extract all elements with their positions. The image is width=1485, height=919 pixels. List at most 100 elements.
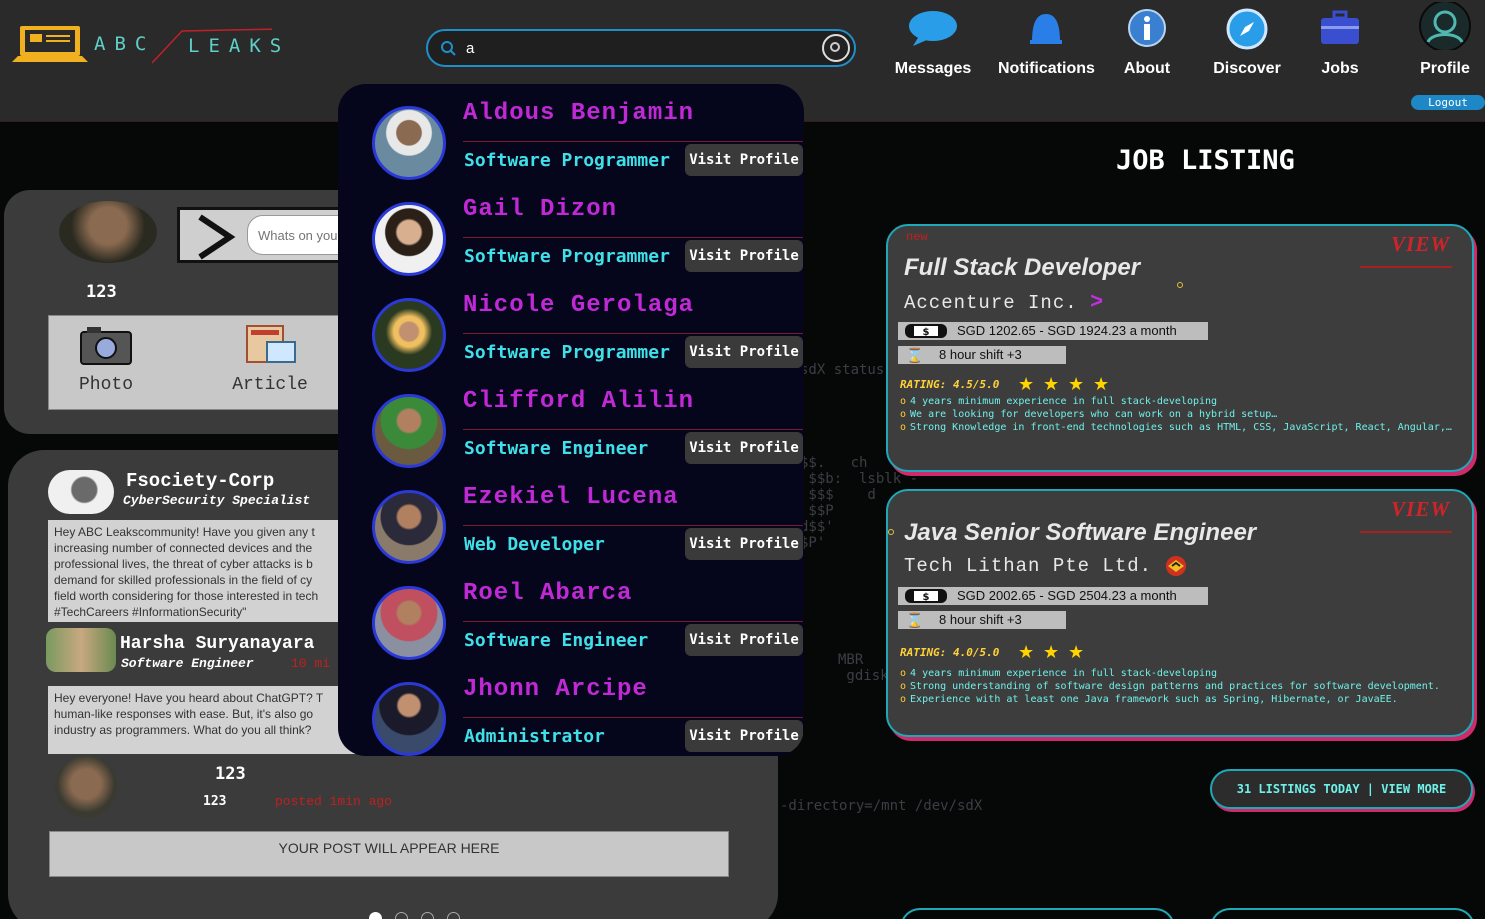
search-bar[interactable] bbox=[426, 29, 856, 67]
visit-profile-button[interactable]: Visit Profile bbox=[685, 144, 803, 176]
visit-profile-button[interactable]: Visit Profile bbox=[685, 432, 803, 464]
logout-button[interactable]: Logout bbox=[1411, 95, 1485, 110]
job-bullet-text: Strong understanding of software design … bbox=[910, 681, 1440, 692]
result-avatar[interactable] bbox=[372, 298, 446, 372]
carousel-dot[interactable] bbox=[395, 912, 408, 919]
footer-avatar[interactable] bbox=[55, 756, 117, 818]
user-avatar-icon bbox=[1419, 2, 1471, 50]
search-result-item[interactable]: Jhonn Arcipe Administrator Visit Profile bbox=[338, 660, 804, 756]
view-job-button[interactable]: VIEW bbox=[1391, 497, 1450, 522]
photo-button[interactable]: Photo bbox=[61, 324, 151, 404]
background-decoration: sdX status bbox=[800, 362, 885, 378]
result-name[interactable]: Nicole Gerolaga bbox=[463, 292, 694, 319]
search-result-item[interactable]: Clifford Alilin Software Engineer Visit … bbox=[338, 372, 804, 468]
result-avatar[interactable] bbox=[372, 490, 446, 564]
job-bullet-text: We are looking for developers who can wo… bbox=[910, 409, 1278, 420]
result-divider bbox=[463, 621, 803, 622]
nav-messages[interactable]: Messages bbox=[893, 0, 973, 90]
info-icon bbox=[1128, 9, 1166, 47]
search-submit-button[interactable] bbox=[822, 34, 850, 62]
result-name[interactable]: Gail Dizon bbox=[463, 196, 617, 223]
svg-text:$: $ bbox=[923, 592, 930, 603]
result-name[interactable]: Roel Abarca bbox=[463, 580, 632, 607]
result-name[interactable]: Aldous Benjamin bbox=[463, 100, 694, 127]
post-placeholder: YOUR POST WILL APPEAR HERE bbox=[49, 831, 729, 877]
result-avatar[interactable] bbox=[372, 394, 446, 468]
nav-discover[interactable]: Discover bbox=[1208, 0, 1286, 90]
post1-avatar[interactable] bbox=[48, 470, 114, 514]
visit-profile-button[interactable]: Visit Profile bbox=[685, 528, 803, 560]
result-name[interactable]: Ezekiel Lucena bbox=[463, 484, 679, 511]
shift-pill: ⌛ 8 hour shift +3 bbox=[898, 611, 1066, 629]
visit-profile-button[interactable]: Visit Profile bbox=[685, 240, 803, 272]
logo-accent-line bbox=[152, 28, 272, 64]
briefcase-icon bbox=[1321, 10, 1359, 44]
star-icon: ★ bbox=[1068, 374, 1085, 394]
carousel-dot[interactable] bbox=[447, 912, 460, 919]
job-bullet-text: Experience with at least one Java framew… bbox=[910, 694, 1398, 705]
view-underline bbox=[1360, 266, 1452, 268]
carousel-dots bbox=[366, 912, 466, 919]
article-button[interactable]: Article bbox=[225, 324, 315, 404]
app-logo[interactable]: ABC LEAKS bbox=[12, 22, 292, 66]
chevron-right-icon: > bbox=[1090, 290, 1105, 315]
search-result-item[interactable]: Aldous Benjamin Software Programmer Visi… bbox=[338, 84, 804, 180]
job-bullet-text: 4 years minimum experience in full stack… bbox=[910, 668, 1218, 679]
post2-author[interactable]: Harsha Suryanayara bbox=[120, 634, 314, 654]
user-avatar[interactable] bbox=[59, 201, 157, 263]
result-avatar[interactable] bbox=[372, 586, 446, 660]
job-title[interactable]: Full Stack Developer bbox=[904, 254, 1140, 282]
result-name[interactable]: Jhonn Arcipe bbox=[463, 676, 648, 703]
logo-text-left: ABC bbox=[94, 33, 156, 55]
view-job-button[interactable]: VIEW bbox=[1391, 232, 1450, 257]
job-bullet: o We are looking for developers who can w… bbox=[900, 409, 1278, 420]
result-divider bbox=[463, 717, 803, 718]
chat-bubble-icon bbox=[909, 11, 957, 46]
search-input[interactable] bbox=[466, 37, 806, 59]
nav-jobs[interactable]: Jobs bbox=[1305, 0, 1375, 90]
job-title[interactable]: Java Senior Software Engineer bbox=[904, 519, 1256, 547]
result-avatar[interactable] bbox=[372, 202, 446, 276]
job-card[interactable]: new VIEW Full Stack Developer Accenture … bbox=[886, 224, 1474, 472]
nav-notifications[interactable]: Notifications bbox=[998, 0, 1095, 90]
search-result-item[interactable]: Ezekiel Lucena Web Developer Visit Profi… bbox=[338, 468, 804, 564]
view-underline bbox=[1360, 531, 1452, 533]
job-bullet-text: Strong Knowledge in front-end technologi… bbox=[910, 422, 1452, 433]
job-rating: RATING: 4.0/5.0 bbox=[900, 646, 1000, 659]
nav-profile[interactable]: Profile bbox=[1412, 0, 1478, 90]
post2-role: Software Engineer bbox=[121, 656, 254, 671]
carousel-dot[interactable] bbox=[421, 912, 434, 919]
nav-profile-label: Profile bbox=[1420, 60, 1470, 77]
job-bullet: o Strong understanding of software design… bbox=[900, 681, 1440, 692]
job-card[interactable]: VIEW Java Senior Software Engineer Tech … bbox=[886, 489, 1474, 737]
job-bullet: o4 years minimum experience in full stac… bbox=[900, 396, 1218, 407]
post1-author[interactable]: Fsociety-Corp bbox=[126, 470, 274, 492]
visit-profile-button[interactable]: Visit Profile bbox=[685, 624, 803, 656]
search-result-item[interactable]: Nicole Gerolaga Software Programmer Visi… bbox=[338, 276, 804, 372]
search-results-dropdown: Aldous Benjamin Software Programmer Visi… bbox=[338, 84, 804, 756]
salary-text: SGD 2002.65 - SGD 2504.23 a month bbox=[957, 588, 1177, 603]
search-result-item[interactable]: Roel Abarca Software Engineer Visit Prof… bbox=[338, 564, 804, 660]
photo-label: Photo bbox=[78, 375, 133, 395]
search-result-item[interactable]: Gail Dizon Software Programmer Visit Pro… bbox=[338, 180, 804, 276]
result-role: Web Developer bbox=[464, 534, 605, 555]
result-avatar[interactable] bbox=[372, 106, 446, 180]
result-avatar[interactable] bbox=[372, 682, 446, 756]
job-bullet: o Experience with at least one Java frame… bbox=[900, 694, 1398, 705]
post2-avatar[interactable] bbox=[46, 628, 116, 672]
visit-profile-button[interactable]: Visit Profile bbox=[685, 720, 803, 752]
result-name[interactable]: Clifford Alilin bbox=[463, 388, 694, 415]
star-icon: ★ bbox=[1018, 642, 1035, 662]
new-badge: new bbox=[906, 230, 928, 244]
footer-count-a: 123 bbox=[215, 764, 246, 784]
hourglass-icon: ⌛ bbox=[906, 612, 924, 628]
star-icon: ★ bbox=[1068, 642, 1085, 662]
carousel-dot-active[interactable] bbox=[369, 912, 382, 919]
hourglass-icon: ⌛ bbox=[906, 347, 924, 363]
visit-profile-button[interactable]: Visit Profile bbox=[685, 336, 803, 368]
background-decoration: -directory=/mnt /dev/sdX bbox=[780, 798, 983, 814]
view-more-listings-button[interactable]: 31 LISTINGS TODAY | VIEW MORE bbox=[1210, 769, 1473, 809]
nav-about[interactable]: About bbox=[1110, 0, 1184, 90]
result-role: Administrator bbox=[464, 726, 605, 747]
article-label: Article bbox=[232, 375, 308, 395]
